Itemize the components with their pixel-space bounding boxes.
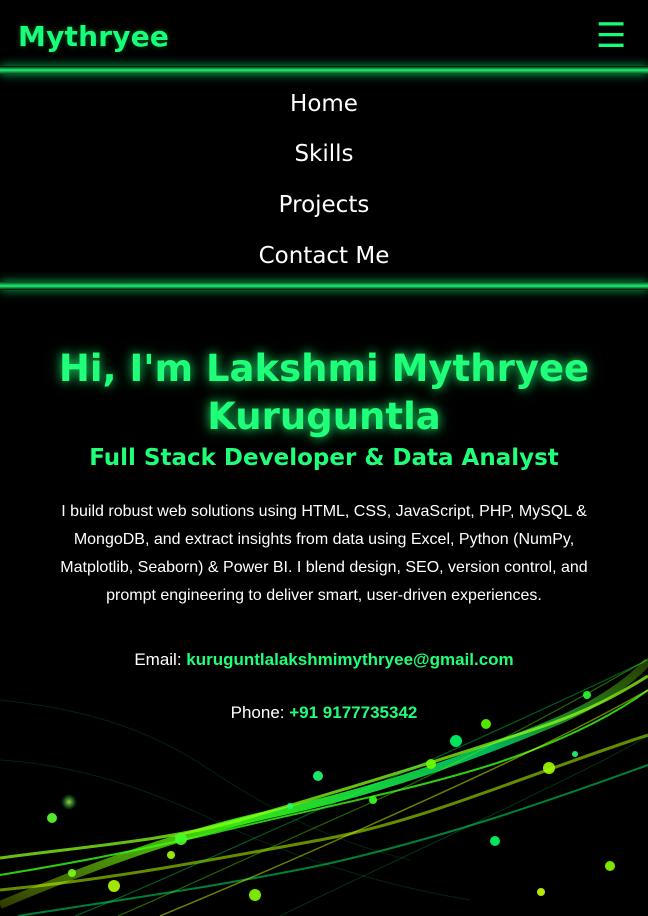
site-logo[interactable]: Mythryee: [18, 20, 169, 53]
header-glow-line: [0, 66, 648, 74]
hero-title: Hi, I'm Lakshmi Mythryee Kuruguntla: [58, 346, 590, 438]
hamburger-menu-icon[interactable]: ☰: [596, 19, 626, 53]
nav-item-contact-me[interactable]: Contact Me: [0, 243, 648, 269]
hero-subtitle: Full Stack Developer & Data Analyst: [89, 445, 559, 472]
navigation-menu: Home Skills Projects Contact Me: [0, 72, 648, 284]
nav-glow-line: [0, 282, 648, 290]
nav-item-home[interactable]: Home: [0, 91, 648, 117]
nav-item-projects[interactable]: Projects: [0, 192, 648, 218]
email-label: Email:: [134, 650, 182, 669]
email-line: Email: kuruguntlalakshmimythryee@gmail.c…: [0, 650, 648, 670]
phone-line: Phone: +91 9177735342: [0, 703, 648, 723]
top-header: Mythryee ☰: [0, 0, 648, 72]
phone-label: Phone:: [230, 703, 285, 722]
portfolio-page: Mythryee ☰ Home Skills Projects Contact …: [0, 0, 648, 916]
email-link[interactable]: kuruguntlalakshmimythryee@gmail.com: [186, 650, 513, 669]
hero-bio: I build robust web solutions using HTML,…: [60, 503, 588, 604]
nav-item-skills[interactable]: Skills: [0, 141, 648, 167]
phone-link[interactable]: +91 9177735342: [289, 703, 417, 722]
